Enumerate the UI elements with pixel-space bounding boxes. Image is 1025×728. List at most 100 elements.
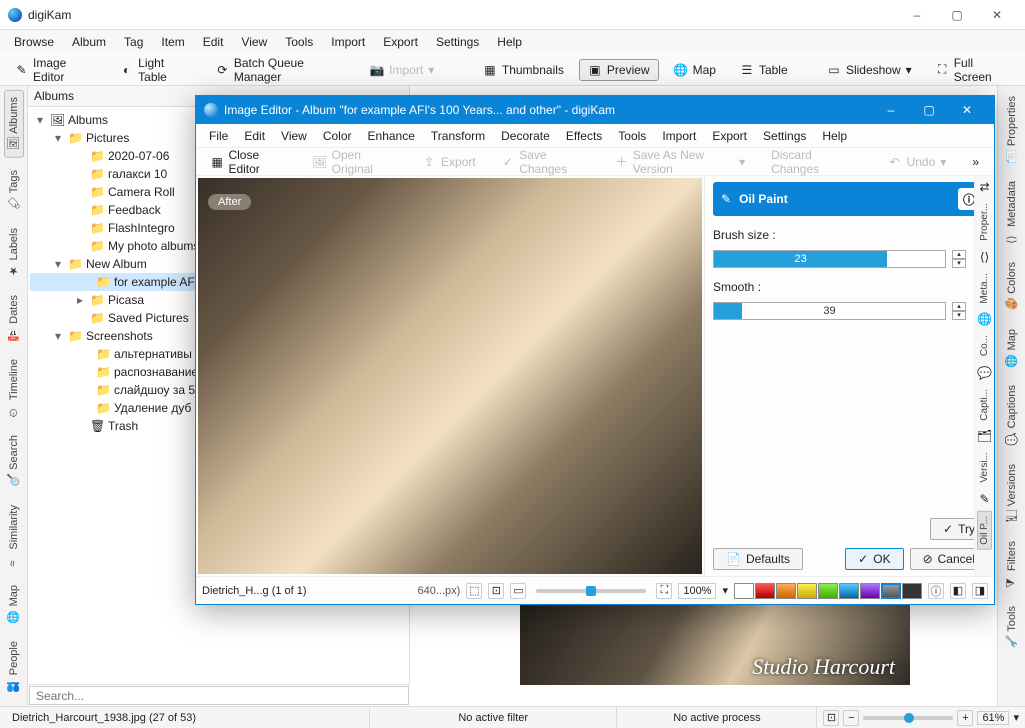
emenu-enhance[interactable]: Enhance bbox=[361, 126, 422, 146]
editor-zoom-value[interactable]: 100% bbox=[678, 583, 716, 599]
versions-icon: 🗂 bbox=[977, 429, 992, 443]
similarity-icon: ≈ bbox=[7, 553, 21, 567]
preview-button[interactable]: ▣Preview bbox=[579, 59, 659, 81]
zoom-slider[interactable] bbox=[863, 716, 953, 720]
status-filter: No active filter bbox=[370, 707, 617, 728]
zoom-100-icon[interactable]: ▭ bbox=[510, 583, 526, 599]
ertab-oilpaint[interactable]: Oil P... bbox=[977, 511, 992, 550]
vtab-metadata[interactable]: ⟨⟩Metadata bbox=[1003, 175, 1021, 250]
ertab-versions[interactable]: Versi... bbox=[978, 448, 991, 487]
vtab-tools[interactable]: 🔧Tools bbox=[1003, 600, 1021, 655]
minimize-button[interactable]: – bbox=[897, 1, 937, 29]
table-button[interactable]: ☰Table bbox=[731, 59, 797, 81]
over-exposure-icon[interactable]: ◧ bbox=[950, 583, 966, 599]
vtab-tags[interactable]: 🏷Tags bbox=[5, 164, 23, 216]
left-vertical-tabs: 🖼Albums 🏷Tags ★Labels 📅Dates ⏱Timeline 🔍… bbox=[0, 86, 28, 706]
maximize-button[interactable]: ▢ bbox=[937, 1, 977, 29]
info-icon[interactable]: ⓘ bbox=[928, 583, 944, 599]
emenu-decorate[interactable]: Decorate bbox=[494, 126, 557, 146]
thumbnails-button[interactable]: ▦Thumbnails bbox=[474, 59, 573, 81]
vtab-captions[interactable]: 💬Captions bbox=[1003, 379, 1021, 451]
zoom-in-icon[interactable]: + bbox=[957, 710, 973, 726]
editor-close-button[interactable]: ✕ bbox=[948, 97, 986, 123]
funnel-icon: ⧩ bbox=[1005, 574, 1019, 588]
emenu-file[interactable]: File bbox=[202, 126, 235, 146]
vtab-filters[interactable]: ⧩Filters bbox=[1003, 535, 1021, 594]
select-icon[interactable]: ⬚ bbox=[466, 583, 482, 599]
menu-tag[interactable]: Tag bbox=[116, 32, 151, 52]
vtab-people[interactable]: 👥People bbox=[5, 635, 23, 698]
color-label-strip[interactable] bbox=[734, 583, 922, 599]
vtab-labels[interactable]: ★Labels bbox=[5, 222, 23, 283]
brush-size-slider[interactable]: 23 bbox=[713, 250, 946, 268]
import-button[interactable]: 📷Import▾ bbox=[361, 59, 443, 81]
vtab-albums[interactable]: 🖼Albums bbox=[4, 90, 24, 158]
close-editor-button[interactable]: ▦Close Editor bbox=[202, 144, 296, 180]
vtab-versions[interactable]: 🗂Versions bbox=[1003, 458, 1021, 529]
smooth-spinner[interactable]: ▴▾ bbox=[952, 302, 966, 320]
menu-import[interactable]: Import bbox=[323, 32, 373, 52]
emenu-color[interactable]: Color bbox=[316, 126, 359, 146]
brush-icon: ✎ bbox=[721, 192, 731, 206]
vtab-search[interactable]: 🔍Search bbox=[5, 429, 23, 493]
emenu-export[interactable]: Export bbox=[705, 126, 754, 146]
menu-album[interactable]: Album bbox=[64, 32, 114, 52]
menu-edit[interactable]: Edit bbox=[195, 32, 232, 52]
emenu-help[interactable]: Help bbox=[815, 126, 854, 146]
editor-zoom-slider[interactable] bbox=[536, 589, 646, 593]
editor-minimize-button[interactable]: – bbox=[872, 97, 910, 123]
menu-view[interactable]: View bbox=[233, 32, 275, 52]
menu-settings[interactable]: Settings bbox=[428, 32, 487, 52]
ertab-metadata[interactable]: Meta... bbox=[978, 269, 991, 308]
smooth-slider[interactable]: 39 bbox=[713, 302, 946, 320]
under-exposure-icon[interactable]: ◨ bbox=[972, 583, 988, 599]
emenu-edit[interactable]: Edit bbox=[237, 126, 272, 146]
batch-queue-button[interactable]: ⟳Batch Queue Manager bbox=[207, 52, 355, 88]
ertab-properties[interactable]: Proper... bbox=[978, 199, 991, 245]
emenu-settings[interactable]: Settings bbox=[756, 126, 813, 146]
vtab-properties[interactable]: 📄Properties bbox=[1003, 90, 1021, 169]
zoom-expand-icon[interactable]: ⛶ bbox=[656, 583, 672, 599]
fit-window-icon[interactable]: ⊡ bbox=[488, 583, 504, 599]
fullscreen-button[interactable]: ⛶Full Screen bbox=[927, 52, 1019, 88]
vtab-colors[interactable]: 🎨Colors bbox=[1003, 256, 1021, 317]
vtab-map-r[interactable]: 🌐Map bbox=[1003, 323, 1021, 373]
emenu-view[interactable]: View bbox=[274, 126, 314, 146]
editor-titlebar[interactable]: Image Editor - Album "for example AFI's … bbox=[196, 96, 994, 124]
vtab-map[interactable]: 🌐Map bbox=[5, 579, 23, 629]
emenu-effects[interactable]: Effects bbox=[559, 126, 609, 146]
pin-icon[interactable]: ⇄ bbox=[979, 180, 989, 194]
close-button[interactable]: ✕ bbox=[977, 1, 1017, 29]
search-input[interactable] bbox=[29, 686, 409, 705]
globe-icon: 🌐 bbox=[674, 63, 688, 77]
emenu-import[interactable]: Import bbox=[655, 126, 703, 146]
vtab-timeline[interactable]: ⏱Timeline bbox=[5, 353, 23, 423]
zoom-out-icon[interactable]: − bbox=[843, 710, 859, 726]
image-icon: 🖼 bbox=[7, 137, 21, 151]
menu-export[interactable]: Export bbox=[375, 32, 426, 52]
brush-size-spinner[interactable]: ▴▾ bbox=[952, 250, 966, 268]
map-button[interactable]: 🌐Map bbox=[665, 59, 725, 81]
light-table-button[interactable]: ◐Light Table bbox=[111, 52, 201, 88]
emenu-transform[interactable]: Transform bbox=[424, 126, 492, 146]
defaults-button[interactable]: 📄Defaults bbox=[713, 548, 803, 570]
editor-maximize-button[interactable]: ▢ bbox=[910, 97, 948, 123]
overflow-button[interactable]: » bbox=[963, 151, 988, 173]
menu-browse[interactable]: Browse bbox=[6, 32, 62, 52]
zoom-fit-icon[interactable]: ⊡ bbox=[823, 710, 839, 726]
menu-item[interactable]: Item bbox=[153, 32, 192, 52]
code-icon: ⟨⟩ bbox=[980, 250, 989, 264]
menu-help[interactable]: Help bbox=[489, 32, 530, 52]
right-vertical-tabs: 📄Properties ⟨⟩Metadata 🎨Colors 🌐Map 💬Cap… bbox=[997, 86, 1025, 706]
vtab-dates[interactable]: 📅Dates bbox=[5, 289, 23, 347]
lighttable-icon: ◐ bbox=[120, 63, 133, 77]
emenu-tools[interactable]: Tools bbox=[611, 126, 653, 146]
ertab-co[interactable]: Co... bbox=[978, 331, 991, 360]
ok-button[interactable]: ✓OK bbox=[845, 548, 903, 570]
slideshow-button[interactable]: ▭Slideshow▾ bbox=[818, 59, 921, 81]
vtab-similarity[interactable]: ≈Similarity bbox=[5, 499, 23, 573]
menu-tools[interactable]: Tools bbox=[277, 32, 321, 52]
ertab-captions[interactable]: Capti... bbox=[978, 385, 991, 425]
image-editor-button[interactable]: ✎Image Editor bbox=[6, 52, 105, 88]
editor-canvas[interactable]: After bbox=[198, 178, 702, 574]
